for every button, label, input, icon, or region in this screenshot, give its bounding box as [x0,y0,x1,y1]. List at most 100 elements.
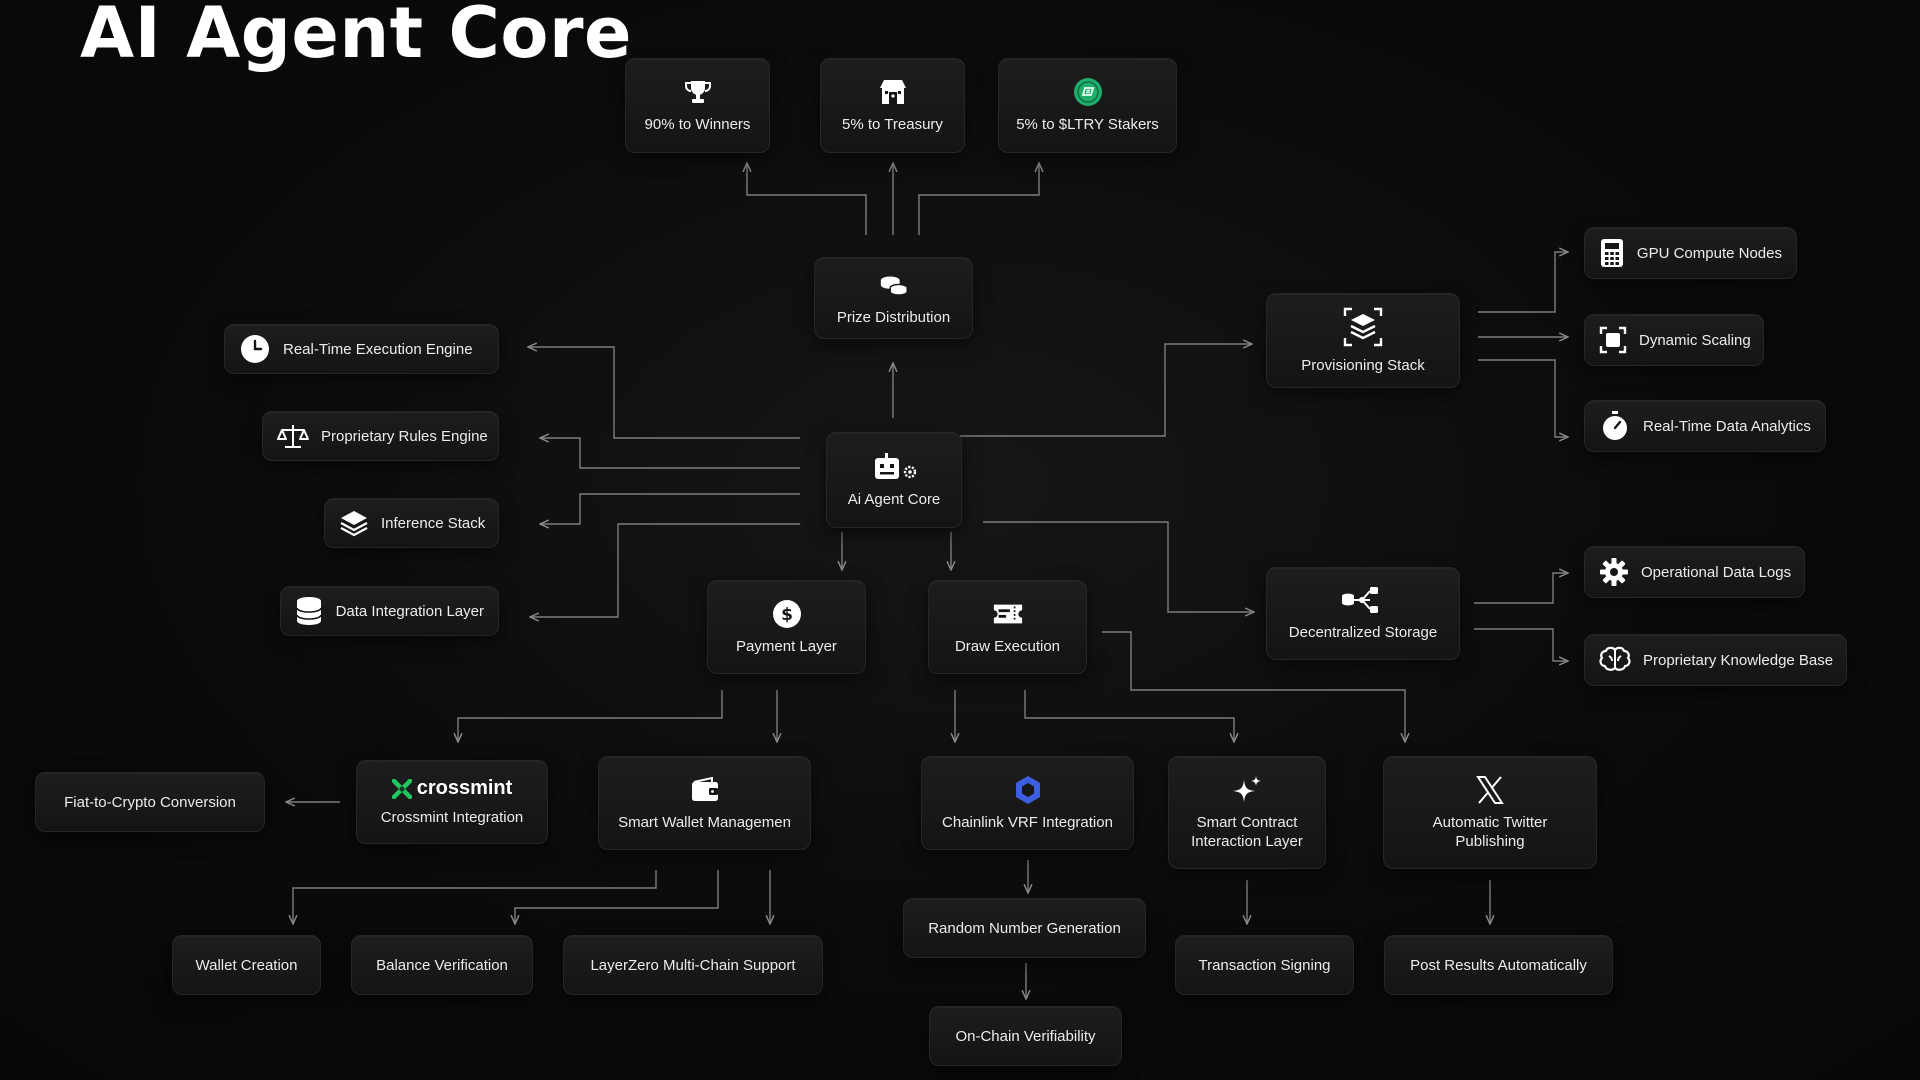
wire-storage-logs [1474,573,1568,604]
layers-icon [339,508,369,538]
smart-wallet-node[interactable]: Smart Wallet Managemen [598,756,811,850]
x-logo-icon [1474,775,1506,805]
onchain-verifiability-node[interactable]: On-Chain Verifiability [929,1006,1122,1066]
post-results-node[interactable]: Post Results Automatically [1384,935,1613,995]
twitter-publishing-label: Automatic Twitter Publishing [1432,813,1548,850]
treasury-node[interactable]: 5% to Treasury [820,58,965,153]
prize-distribution-node[interactable]: Prize Distribution [814,257,973,339]
decentralized-storage-label: Decentralized Storage [1288,624,1438,641]
transaction-signing-label: Transaction Signing [1198,956,1331,974]
gear-icon [1599,557,1629,587]
ltry-token-icon [1072,77,1104,107]
stack-icon [1341,306,1385,348]
wire-wallet-balance [515,870,719,924]
wire-core-inference [540,493,800,524]
dollar-icon: $ [771,599,803,629]
crossmint-logo: crossmint [391,777,513,800]
data-analytics-label: Real-Time Data Analytics [1643,417,1811,435]
treasury-label: 5% to Treasury [842,116,943,133]
data-analytics-node[interactable]: Real-Time Data Analytics [1584,400,1826,452]
wire-prov-analytics [1478,359,1568,437]
sparkle-icon [1231,775,1263,805]
wire-prize-winners [747,163,867,235]
fiat-to-crypto-label: Fiat-to-Crypto Conversion [64,793,236,811]
realtime-engine-node[interactable]: Real-Time Execution Engine [224,324,499,374]
provisioning-stack-node[interactable]: Provisioning Stack [1266,293,1460,388]
inference-stack-label: Inference Stack [381,514,486,532]
svg-text:$: $ [781,605,793,625]
payment-layer-node[interactable]: $ Payment Layer [707,580,866,674]
twitter-publishing-node[interactable]: Automatic Twitter Publishing [1383,756,1597,869]
crossmint-x-icon [391,778,412,799]
treasury-icon [877,77,909,107]
stopwatch-icon [1599,411,1631,441]
chainlink-vrf-node[interactable]: Chainlink VRF Integration [921,756,1134,850]
layerzero-label: LayerZero Multi-Chain Support [590,956,796,974]
draw-execution-node[interactable]: Draw Execution [928,580,1087,674]
balance-verification-node[interactable]: Balance Verification [351,935,533,995]
crossmint-integration-node[interactable]: crossmint Crossmint Integration [356,760,548,844]
database-icon [295,596,324,626]
random-number-node[interactable]: Random Number Generation [903,898,1146,958]
wire-core-provisioning [960,344,1252,437]
data-integration-node[interactable]: Data Integration Layer [280,586,499,636]
wire-core-rules [540,438,800,469]
storage-network-icon [1340,585,1386,615]
stakers-node[interactable]: 5% to $LTRY Stakers [998,58,1177,153]
calculator-icon [1599,238,1625,268]
operational-logs-node[interactable]: Operational Data Logs [1584,546,1805,598]
wire-payment-crossmint [458,690,723,742]
scaling-icon [1599,325,1627,355]
chainlink-vrf-label: Chainlink VRF Integration [942,813,1113,831]
wire-draw-contract [1024,690,1234,742]
post-results-label: Post Results Automatically [1410,956,1587,974]
ai-agent-core-node[interactable]: Ai Agent Core [826,432,962,528]
brain-icon [1599,645,1631,675]
decentralized-storage-node[interactable]: Decentralized Storage [1266,567,1460,660]
crossmint-label: Crossmint Integration [380,809,524,826]
smart-contract-node[interactable]: Smart Contract Interaction Layer [1168,756,1326,869]
wallet-icon [689,775,721,805]
prize-distribution-label: Prize Distribution [836,308,951,326]
ticket-icon [992,599,1024,629]
random-number-label: Random Number Generation [928,919,1121,937]
page-title: AI Agent Core [80,0,632,74]
payment-layer-label: Payment Layer [736,637,837,655]
smart-contract-label: Smart Contract Interaction Layer [1191,813,1303,850]
onchain-verifiability-label: On-Chain Verifiability [955,1027,1096,1045]
robot-gear-icon [868,452,920,482]
ai-agent-core-label: Ai Agent Core [847,490,941,508]
wallet-creation-node[interactable]: Wallet Creation [172,935,321,995]
transaction-signing-node[interactable]: Transaction Signing [1175,935,1354,995]
gpu-compute-node[interactable]: GPU Compute Nodes [1584,227,1797,279]
wire-core-realtime [528,347,800,439]
operational-logs-label: Operational Data Logs [1641,563,1792,581]
clock-icon [239,334,271,364]
gpu-compute-label: GPU Compute Nodes [1636,244,1782,262]
winners-label: 90% to Winners [644,116,751,133]
winners-node[interactable]: 90% to Winners [625,58,770,153]
knowledge-base-node[interactable]: Proprietary Knowledge Base [1584,634,1847,686]
wire-prov-gpu [1478,252,1568,313]
wire-storage-knowledge [1474,628,1568,661]
knowledge-base-label: Proprietary Knowledge Base [1643,651,1834,669]
rules-engine-label: Proprietary Rules Engine [321,427,488,445]
coins-icon [878,270,910,300]
provisioning-stack-label: Provisioning Stack [1301,357,1425,374]
draw-execution-label: Draw Execution [954,637,1061,655]
dynamic-scaling-label: Dynamic Scaling [1639,331,1751,349]
fiat-to-crypto-node[interactable]: Fiat-to-Crypto Conversion [35,772,265,832]
wallet-creation-label: Wallet Creation [195,956,298,974]
stakers-label: 5% to $LTRY Stakers [1016,116,1159,133]
wire-prize-stakers [918,163,1039,235]
realtime-engine-label: Real-Time Execution Engine [283,340,473,358]
balance-verification-label: Balance Verification [376,956,508,974]
inference-stack-node[interactable]: Inference Stack [324,498,499,548]
crossmint-brand: crossmint [416,777,513,799]
dynamic-scaling-node[interactable]: Dynamic Scaling [1584,314,1764,366]
rules-engine-node[interactable]: Proprietary Rules Engine [262,411,499,461]
trophy-icon [682,77,714,107]
scales-icon [277,421,309,451]
layerzero-node[interactable]: LayerZero Multi-Chain Support [563,935,823,995]
chainlink-icon [1012,775,1044,805]
